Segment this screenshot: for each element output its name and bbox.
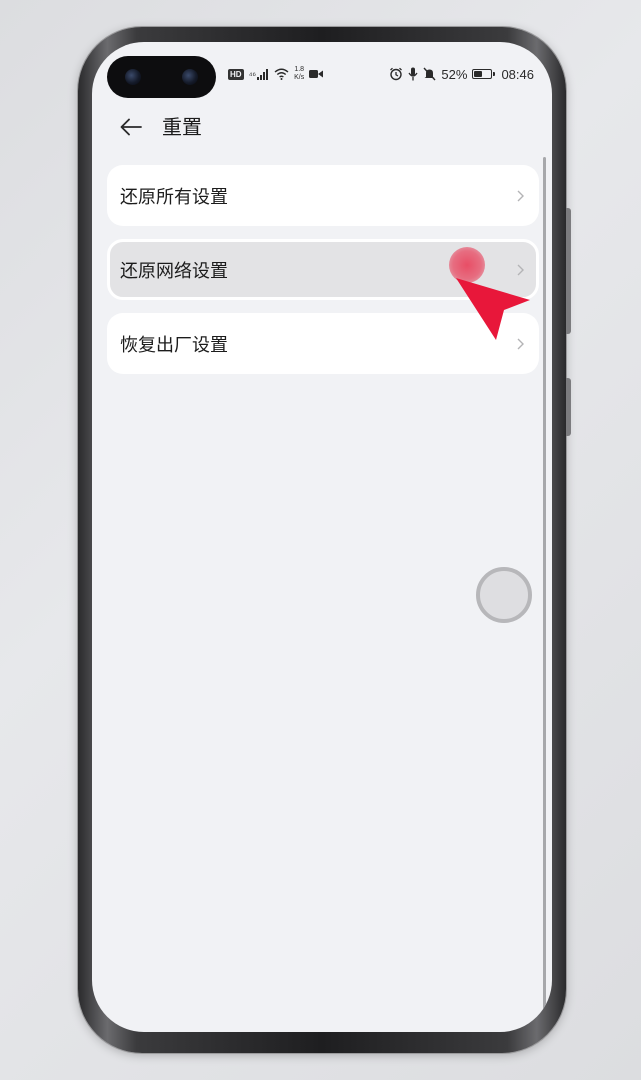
- network-type-label: ⁴⁶: [248, 69, 257, 80]
- page-header: 重置: [92, 112, 552, 142]
- page-title: 重置: [162, 115, 202, 139]
- signal-bars-icon: [257, 68, 269, 80]
- status-right-group: 52% 08:46: [389, 64, 534, 84]
- signal-icon: ⁴⁶: [248, 68, 270, 80]
- chevron-right-icon: [517, 190, 524, 201]
- red-pointer-arrow-icon: [456, 278, 530, 340]
- clock: 08:46: [501, 66, 534, 82]
- alarm-icon: [390, 67, 403, 81]
- video-camera-icon: [309, 70, 324, 78]
- wifi-icon: [274, 68, 289, 80]
- list-item-label: 还原网络设置: [120, 260, 228, 282]
- arrow-left-icon: [120, 118, 142, 136]
- battery-icon: [472, 69, 496, 79]
- phone-screen: HD ⁴⁶ 1.8 K/s 52% 08:46 重置 还原所有设置 还原网络设置…: [92, 42, 552, 1032]
- mute-bell-icon: [423, 67, 436, 81]
- power-button: [566, 378, 571, 436]
- reset-all-settings-item[interactable]: 还原所有设置: [107, 165, 539, 226]
- list-item-label: 恢复出厂设置: [120, 334, 228, 356]
- volume-button: [566, 208, 571, 334]
- battery-percent: 52%: [441, 66, 468, 82]
- status-bar: HD ⁴⁶ 1.8 K/s 52% 08:46: [92, 64, 552, 84]
- microphone-icon: [408, 67, 418, 81]
- status-left-group: HD ⁴⁶ 1.8 K/s: [228, 64, 324, 84]
- scrollbar[interactable]: [543, 157, 546, 1017]
- network-speed-unit: K/s: [294, 74, 305, 81]
- hd-badge: HD: [228, 68, 244, 80]
- battery-level: [474, 71, 483, 77]
- list-item-label: 还原所有设置: [120, 186, 228, 208]
- network-speed: 1.8 K/s: [294, 66, 304, 82]
- back-button[interactable]: [116, 112, 146, 142]
- chevron-right-icon: [517, 264, 524, 275]
- network-speed-value: 1.8: [294, 66, 305, 73]
- floating-assist-ball-icon[interactable]: [476, 567, 532, 623]
